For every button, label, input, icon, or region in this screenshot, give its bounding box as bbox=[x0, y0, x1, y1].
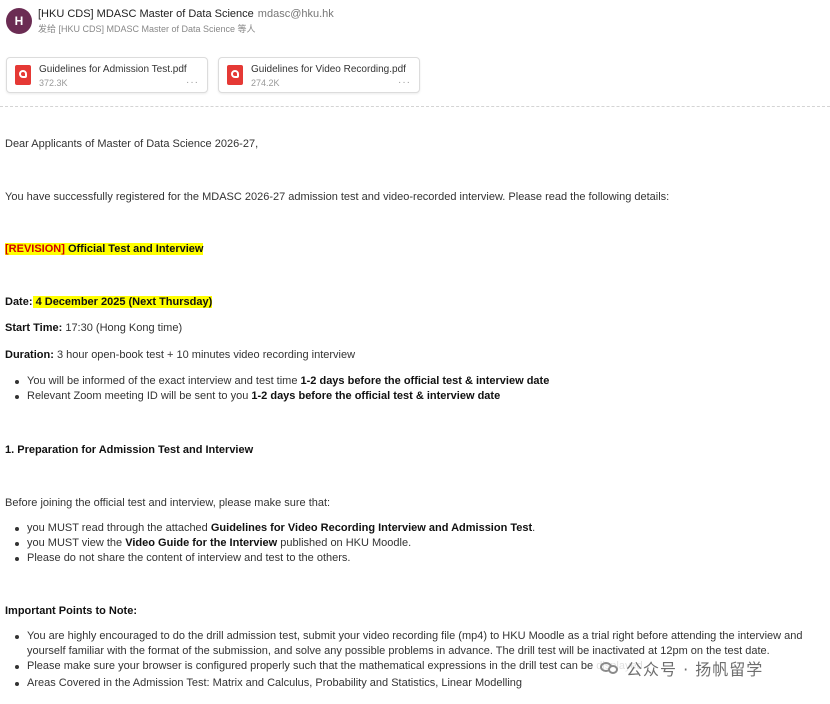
more-options-icon[interactable]: ··· bbox=[398, 77, 411, 88]
watermark: 公众号 · 扬帆留学 bbox=[596, 656, 768, 680]
attachment-name: Guidelines for Admission Test.pdf bbox=[39, 64, 187, 75]
watermark-text: 公众号 · 扬帆留学 bbox=[626, 660, 764, 679]
list-item: Relevant Zoom meeting ID will be sent to… bbox=[14, 390, 501, 402]
start-time-label: Start Time: bbox=[5, 322, 63, 334]
revision-tag: [REVISION] bbox=[5, 243, 65, 255]
list-item-text: . bbox=[532, 522, 536, 534]
attachment-size: 372.3K bbox=[39, 78, 68, 88]
header-divider bbox=[0, 106, 830, 107]
sender-avatar[interactable]: H bbox=[6, 8, 32, 34]
list-item: You will be informed of the exact interv… bbox=[14, 375, 550, 387]
duration-line: Duration: 3 hour open-book test + 10 min… bbox=[5, 349, 355, 361]
list-item-bold: Video Guide for the Interview bbox=[125, 537, 278, 549]
sender-address[interactable]: mdasc@hku.hk bbox=[258, 8, 334, 20]
pdf-file-icon bbox=[15, 65, 31, 85]
wechat-icon bbox=[600, 660, 620, 676]
revision-heading: [REVISION] Official Test and Interview bbox=[5, 243, 204, 255]
revision-title: Official Test and Interview bbox=[64, 243, 204, 255]
recipients-line[interactable]: 发给 [HKU CDS] MDASC Master of Data Scienc… bbox=[38, 22, 334, 35]
greeting: Dear Applicants of Master of Data Scienc… bbox=[5, 138, 259, 150]
before-paragraph: Before joining the official test and int… bbox=[5, 497, 331, 509]
list-item-text: You will be informed of the exact interv… bbox=[27, 375, 301, 387]
list-item: Please make sure your browser is configu… bbox=[15, 660, 646, 672]
list-item: You are highly encouraged to do the dril… bbox=[15, 630, 803, 642]
list-item-text: you MUST view the bbox=[27, 537, 126, 549]
list-item-bold: 1-2 days before the official test & inte… bbox=[251, 390, 501, 402]
email-header: H [HKU CDS] MDASC Master of Data Science… bbox=[6, 6, 816, 42]
list-item: you MUST view the Video Guide for the In… bbox=[14, 537, 412, 549]
header-text: [HKU CDS] MDASC Master of Data Science md… bbox=[38, 8, 334, 35]
attachment-card[interactable]: Guidelines for Video Recording.pdf 274.2… bbox=[218, 57, 420, 93]
pdf-file-icon bbox=[227, 65, 243, 85]
list-item: Please do not share the content of inter… bbox=[14, 552, 351, 564]
revision-highlight: [REVISION] Official Test and Interview bbox=[5, 243, 204, 255]
list-item: you MUST read through the attached Guide… bbox=[14, 522, 536, 534]
start-time-value: 17:30 (Hong Kong time) bbox=[62, 322, 183, 334]
date-value: 4 December 2025 (Next Thursday) bbox=[32, 296, 213, 308]
list-item-bold: Guidelines for Video Recording Interview… bbox=[210, 522, 533, 534]
more-options-icon[interactable]: ··· bbox=[186, 77, 199, 88]
list-item-text: Please do not share the content of inter… bbox=[27, 552, 351, 564]
attachment-size: 274.2K bbox=[251, 78, 280, 88]
email-subject: [HKU CDS] MDASC Master of Data Science bbox=[38, 8, 254, 20]
date-line: Date: 4 December 2025 (Next Thursday) bbox=[5, 296, 213, 308]
attachment-name: Guidelines for Video Recording.pdf bbox=[251, 64, 406, 75]
duration-label: Duration: bbox=[5, 349, 54, 361]
important-heading: Important Points to Note: bbox=[5, 605, 137, 617]
start-time-line: Start Time: 17:30 (Hong Kong time) bbox=[5, 322, 182, 334]
attachment-card[interactable]: Guidelines for Admission Test.pdf 372.3K… bbox=[6, 57, 208, 93]
duration-value: 3 hour open-book test + 10 minutes video… bbox=[53, 349, 356, 361]
list-item-bold: 1-2 days before the official test & inte… bbox=[300, 375, 550, 387]
subject-line: [HKU CDS] MDASC Master of Data Science md… bbox=[38, 8, 334, 20]
list-item-text: Relevant Zoom meeting ID will be sent to… bbox=[27, 390, 252, 402]
section-heading-preparation: 1. Preparation for Admission Test and In… bbox=[5, 444, 254, 456]
attachment-list: Guidelines for Admission Test.pdf 372.3K… bbox=[6, 57, 420, 93]
list-item-text: you MUST read through the attached bbox=[27, 522, 211, 534]
list-item: Areas Covered in the Admission Test: Mat… bbox=[14, 677, 523, 689]
date-label: Date: bbox=[5, 296, 33, 308]
list-item-text: published on HKU Moodle. bbox=[277, 537, 412, 549]
intro-paragraph: You have successfully registered for the… bbox=[5, 191, 670, 203]
